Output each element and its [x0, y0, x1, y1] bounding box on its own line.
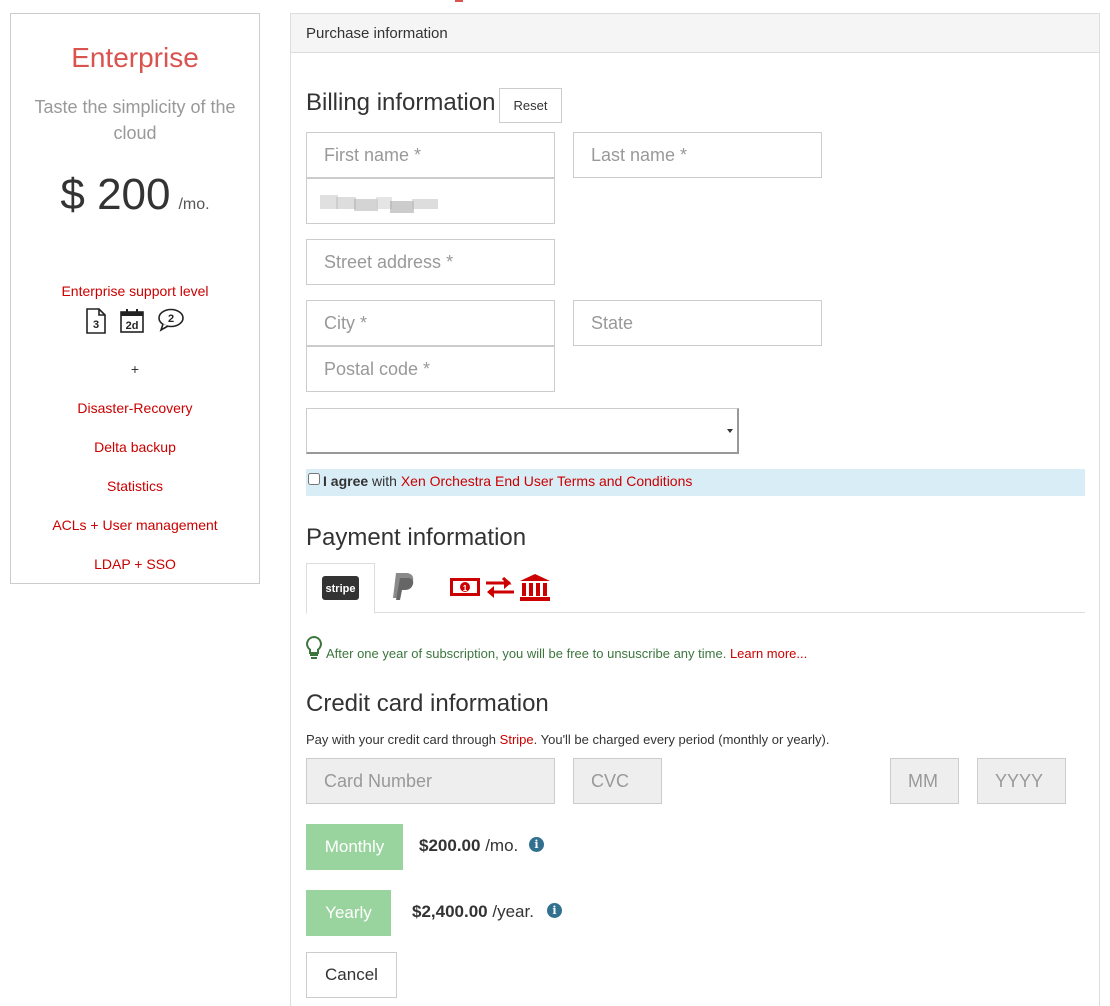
company-input[interactable]: [306, 178, 555, 224]
monthly-period: /mo.: [485, 836, 519, 855]
card-number-input[interactable]: [306, 758, 555, 804]
plan-tagline: Taste the simplicity of the cloud: [34, 97, 236, 143]
reset-button[interactable]: Reset: [499, 88, 562, 123]
terms-link[interactable]: Xen Orchestra End User Terms and Conditi…: [401, 473, 693, 489]
credit-card-title: Credit card information: [306, 690, 549, 717]
country-select[interactable]: [306, 408, 739, 454]
feature-item: Delta backup: [94, 439, 176, 455]
lightbulb-icon: [306, 636, 322, 659]
terms-agreement: I agree with Xen Orchestra End User Term…: [306, 469, 1085, 496]
support-level-label: Enterprise support level: [61, 283, 209, 299]
first-name-input[interactable]: [306, 132, 555, 178]
yearly-period: /year.: [492, 902, 534, 921]
plan-name: Enterprise: [71, 42, 199, 73]
state-input[interactable]: [573, 300, 822, 346]
bank-transfer-icon: 1: [450, 574, 550, 601]
svg-text:2: 2: [168, 313, 174, 325]
calendar-2d-icon: 2d: [119, 308, 145, 334]
feature-item: LDAP + SSO: [94, 556, 176, 572]
tab-paypal[interactable]: [375, 563, 435, 614]
tab-bank-transfer[interactable]: 1: [435, 563, 575, 614]
top-accent-mark: [455, 0, 463, 2]
payment-title: Payment information: [306, 524, 527, 551]
yearly-price: $2,400.00 /year.: [412, 902, 534, 922]
svg-text:3: 3: [93, 319, 99, 331]
purchase-panel: Purchase information Billing information…: [290, 13, 1100, 1006]
street-address-input[interactable]: [306, 239, 555, 285]
cc-desc-after: . You'll be charged every period (monthl…: [533, 732, 830, 747]
chat-bubble-2-icon: 2: [157, 308, 185, 334]
agree-label: I agree with Xen Orchestra End User Term…: [323, 469, 692, 494]
feature-item: Disaster-Recovery: [77, 400, 193, 416]
plan-price-period: /mo.: [178, 196, 210, 213]
plus-sign: +: [130, 361, 140, 377]
paypal-icon: [393, 573, 414, 600]
monthly-button[interactable]: Monthly: [306, 824, 403, 870]
redacted-value: [320, 195, 438, 213]
info-icon[interactable]: i: [529, 837, 544, 852]
payment-tabs: stripe 1: [306, 563, 1085, 614]
monthly-amount: $200.00: [419, 836, 481, 855]
agree-with: with: [372, 473, 397, 489]
caret-down-icon: [727, 429, 733, 433]
tip-text: After one year of subscription, you will…: [326, 646, 727, 661]
info-icon[interactable]: i: [547, 903, 562, 918]
support-icons: 3 2d 2: [11, 308, 259, 334]
svg-text:2d: 2d: [126, 320, 139, 332]
svg-text:stripe: stripe: [326, 583, 356, 595]
last-name-input[interactable]: [573, 132, 822, 178]
plan-price: $ 200/mo.: [11, 170, 259, 220]
stripe-link[interactable]: Stripe: [500, 732, 534, 747]
cc-desc-before: Pay with your credit card through: [306, 732, 497, 747]
plan-card: Enterprise Taste the simplicity of the c…: [10, 13, 260, 584]
panel-heading: Purchase information: [291, 14, 1099, 53]
monthly-price: $200.00 /mo.: [419, 836, 518, 856]
postal-code-input[interactable]: [306, 346, 555, 392]
feature-item: ACLs + User management: [52, 517, 218, 533]
agree-strong: I agree: [323, 473, 369, 489]
stripe-icon: stripe: [322, 576, 359, 600]
feature-item: Statistics: [106, 478, 163, 494]
cancel-button[interactable]: Cancel: [306, 952, 397, 998]
billing-title: Billing information: [306, 89, 496, 116]
yearly-amount: $2,400.00: [412, 902, 488, 921]
yearly-button[interactable]: Yearly: [306, 890, 391, 936]
tab-stripe[interactable]: stripe: [306, 563, 375, 614]
learn-more-link[interactable]: Learn more...: [730, 646, 807, 661]
agree-checkbox[interactable]: [308, 473, 320, 485]
document-3-icon: 3: [85, 308, 107, 334]
expiry-month-input[interactable]: [890, 758, 959, 804]
expiry-year-input[interactable]: [977, 758, 1066, 804]
plan-price-amount: $ 200: [60, 170, 171, 219]
svg-text:1: 1: [463, 584, 468, 593]
city-input[interactable]: [306, 300, 555, 346]
credit-card-description: Pay with your credit card through Stripe…: [306, 732, 830, 747]
cvc-input[interactable]: [573, 758, 662, 804]
